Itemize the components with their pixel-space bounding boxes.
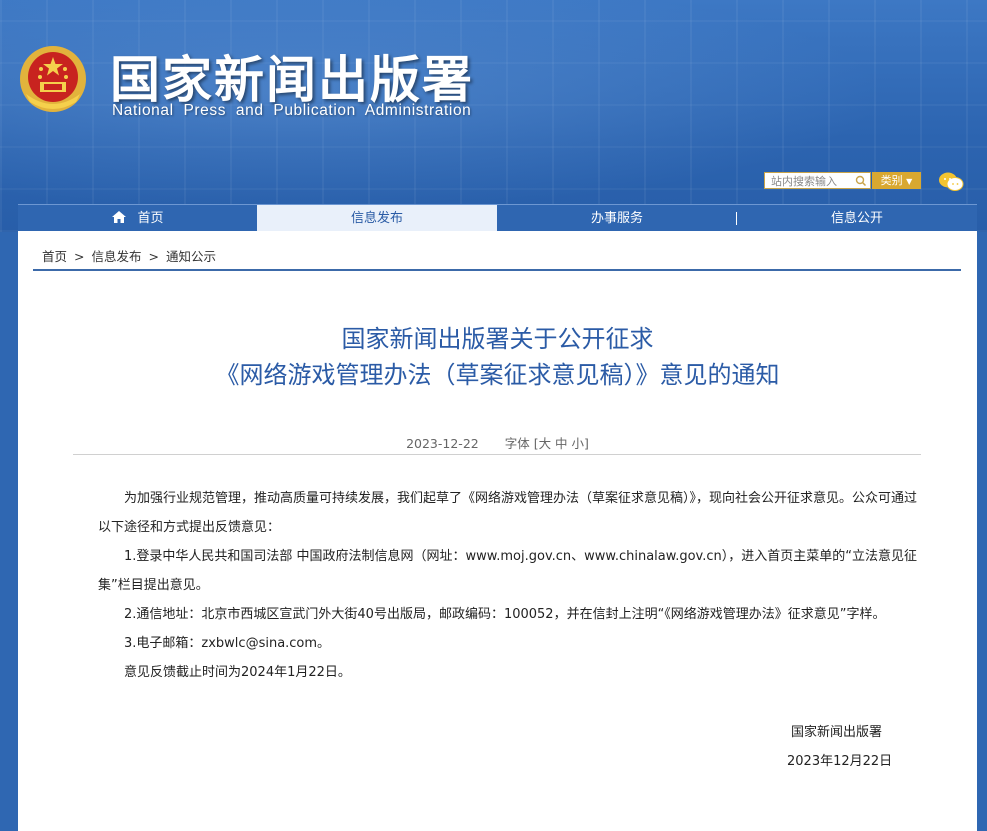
breadcrumb-home[interactable]: 首页 [42, 249, 67, 264]
wechat-icon[interactable] [938, 171, 964, 193]
search-button[interactable] [853, 172, 871, 189]
article-paragraph: 为加强行业规范管理，推动高质量可持续发展，我们起草了《网络游戏管理办法（草案征求… [98, 491, 918, 535]
nav-item-home[interactable]: 首页 [18, 205, 257, 232]
content-panel: 首页 > 信息发布 > 通知公示 国家新闻出版署关于公开征求 《网络游戏管理办法… [18, 231, 977, 831]
main-nav: 首页 信息发布 办事服务 信息公开 [18, 204, 977, 232]
nav-item-info-disclosure[interactable]: 信息公开 [737, 205, 977, 232]
breadcrumb-separator: > [74, 249, 85, 264]
nav-item-services[interactable]: 办事服务 [497, 205, 737, 232]
article-paragraph: 2.通信地址：北京市西城区宣武门外大街40号出版局，邮政编码：100052，并在… [98, 607, 886, 622]
article-paragraph: 意见反馈截止时间为2024年1月22日。 [98, 665, 351, 680]
publish-date: 2023-12-22 [406, 436, 479, 451]
font-size-switch[interactable]: [大 中 小] [534, 436, 589, 451]
chevron-down-icon: ▼ [906, 177, 913, 186]
category-dropdown[interactable]: 类别 ▼ [872, 172, 921, 189]
search-icon [855, 175, 867, 187]
signature-org: 国家新闻出版署 [791, 725, 883, 740]
article-meta: 2023-12-22 字体 [大 中 小] [18, 433, 977, 452]
category-label: 类别 [880, 174, 903, 187]
national-emblem-icon [20, 46, 86, 112]
article-paragraph: 3.电子邮箱：zxbwlc@sina.com。 [98, 636, 331, 651]
breadcrumb: 首页 > 信息发布 > 通知公示 [42, 246, 219, 265]
breadcrumb-divider [33, 269, 961, 271]
breadcrumb-info-release[interactable]: 信息发布 [91, 249, 141, 264]
nav-home-label: 首页 [137, 211, 164, 226]
home-icon [112, 211, 127, 223]
meta-divider [73, 454, 921, 455]
article-title-line1: 国家新闻出版署关于公开征求 [341, 325, 654, 353]
breadcrumb-separator: > [148, 249, 159, 264]
nav-item-info-release[interactable]: 信息发布 [257, 205, 497, 232]
article-title-line2: 《网络游戏管理办法（草案征求意见稿）》意见的通知 [215, 361, 780, 389]
article-paragraph: 1.登录中华人民共和国司法部 中国政府法制信息网（网址：www.moj.gov.… [98, 549, 917, 593]
font-size-label: 字体 [504, 436, 530, 451]
site-subtitle: National Press and Publication Administr… [112, 102, 472, 119]
search-input[interactable]: 站内搜索输入 [764, 172, 854, 189]
signature-date: 2023年12月22日 [787, 754, 893, 769]
breadcrumb-notices[interactable]: 通知公示 [166, 249, 216, 264]
